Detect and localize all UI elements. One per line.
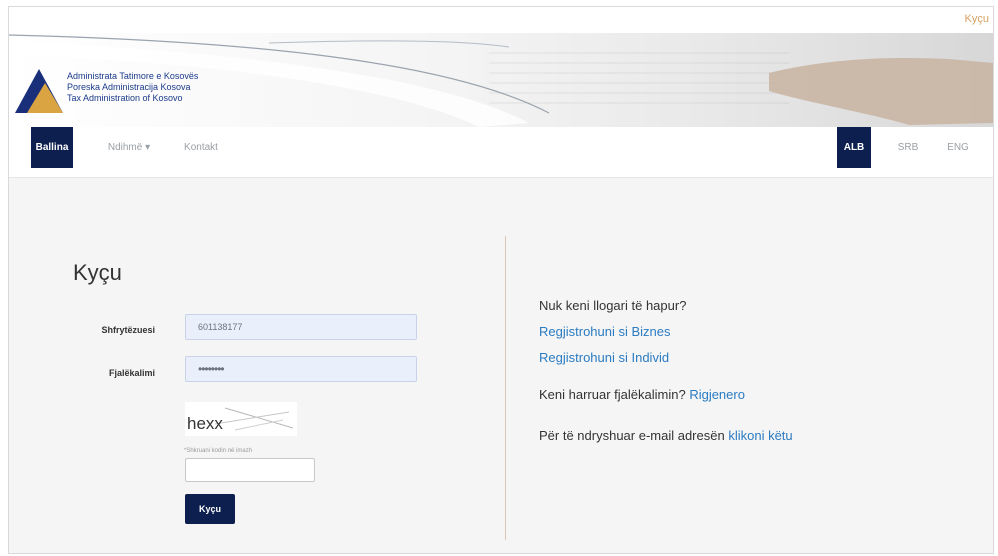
register-business-link-row: Regjistrohuni si Biznes (539, 324, 671, 339)
nav-item-kontakt[interactable]: Kontakt (181, 127, 221, 168)
nav-item-ndihme-dropdown[interactable]: Ndihmë ▾ (103, 127, 155, 168)
register-individual-link[interactable]: Regjistrohuni si Individ (539, 350, 669, 365)
change-email-link[interactable]: klikoni këtu (728, 428, 792, 443)
logo-line-english: Tax Administration of Kosovo (67, 93, 183, 103)
nav-item-ballina[interactable]: Ballina (31, 127, 73, 168)
logo-line-serbian: Poreska Administracija Kosova (67, 82, 191, 92)
lang-alb-button[interactable]: ALB (837, 127, 871, 168)
login-title: Kyçu (73, 260, 122, 285)
login-submit-button[interactable]: Kyçu (185, 494, 235, 524)
register-business-link[interactable]: Regjistrohuni si Biznes (539, 324, 671, 339)
username-label: Shfrytëzuesi (101, 325, 155, 335)
lang-srb-button[interactable]: SRB (893, 127, 923, 168)
vertical-divider (505, 236, 506, 540)
browser-viewport: Kyçu Administrata Tatimore e Kosovës Por… (8, 6, 994, 554)
captcha-input[interactable] (185, 458, 315, 482)
top-bar: Kyçu (9, 7, 993, 33)
forgot-password-text: Keni harruar fjalëkalimin? (539, 387, 686, 402)
no-account-text: Nuk keni llogari të hapur? (539, 298, 687, 313)
lang-eng-button[interactable]: ENG (943, 127, 973, 168)
login-content: Kyçu Shfrytëzuesi 601138177 Fjalëkalimi … (9, 178, 993, 553)
top-login-link[interactable]: Kyçu (965, 13, 989, 25)
main-navbar: Ballina Ndihmë ▾ Kontakt ALB SRB ENG (9, 127, 993, 178)
password-input[interactable]: •••••••• (185, 356, 417, 382)
captcha-text: hexx (187, 414, 223, 433)
username-input[interactable]: 601138177 (185, 314, 417, 340)
kosovo-tax-logo-icon (15, 69, 63, 113)
password-label: Fjalëkalimi (108, 368, 155, 378)
change-email-row: Për të ndryshuar e-mail adresën klikoni … (539, 428, 793, 443)
captcha-hint: *Shkruani kodin në imazh (184, 448, 253, 454)
logo-text: Administrata Tatimore e Kosovës Poreska … (67, 71, 198, 104)
register-individual-link-row: Regjistrohuni si Individ (539, 350, 669, 365)
header-banner: Administrata Tatimore e Kosovës Poreska … (9, 33, 993, 127)
logo-line-albanian: Administrata Tatimore e Kosovës (67, 71, 199, 81)
forgot-password-row: Keni harruar fjalëkalimin? Rigjenero (539, 387, 745, 402)
regenerate-password-link[interactable]: Rigjenero (689, 387, 745, 402)
change-email-text: Për të ndryshuar e-mail adresën (539, 428, 725, 443)
